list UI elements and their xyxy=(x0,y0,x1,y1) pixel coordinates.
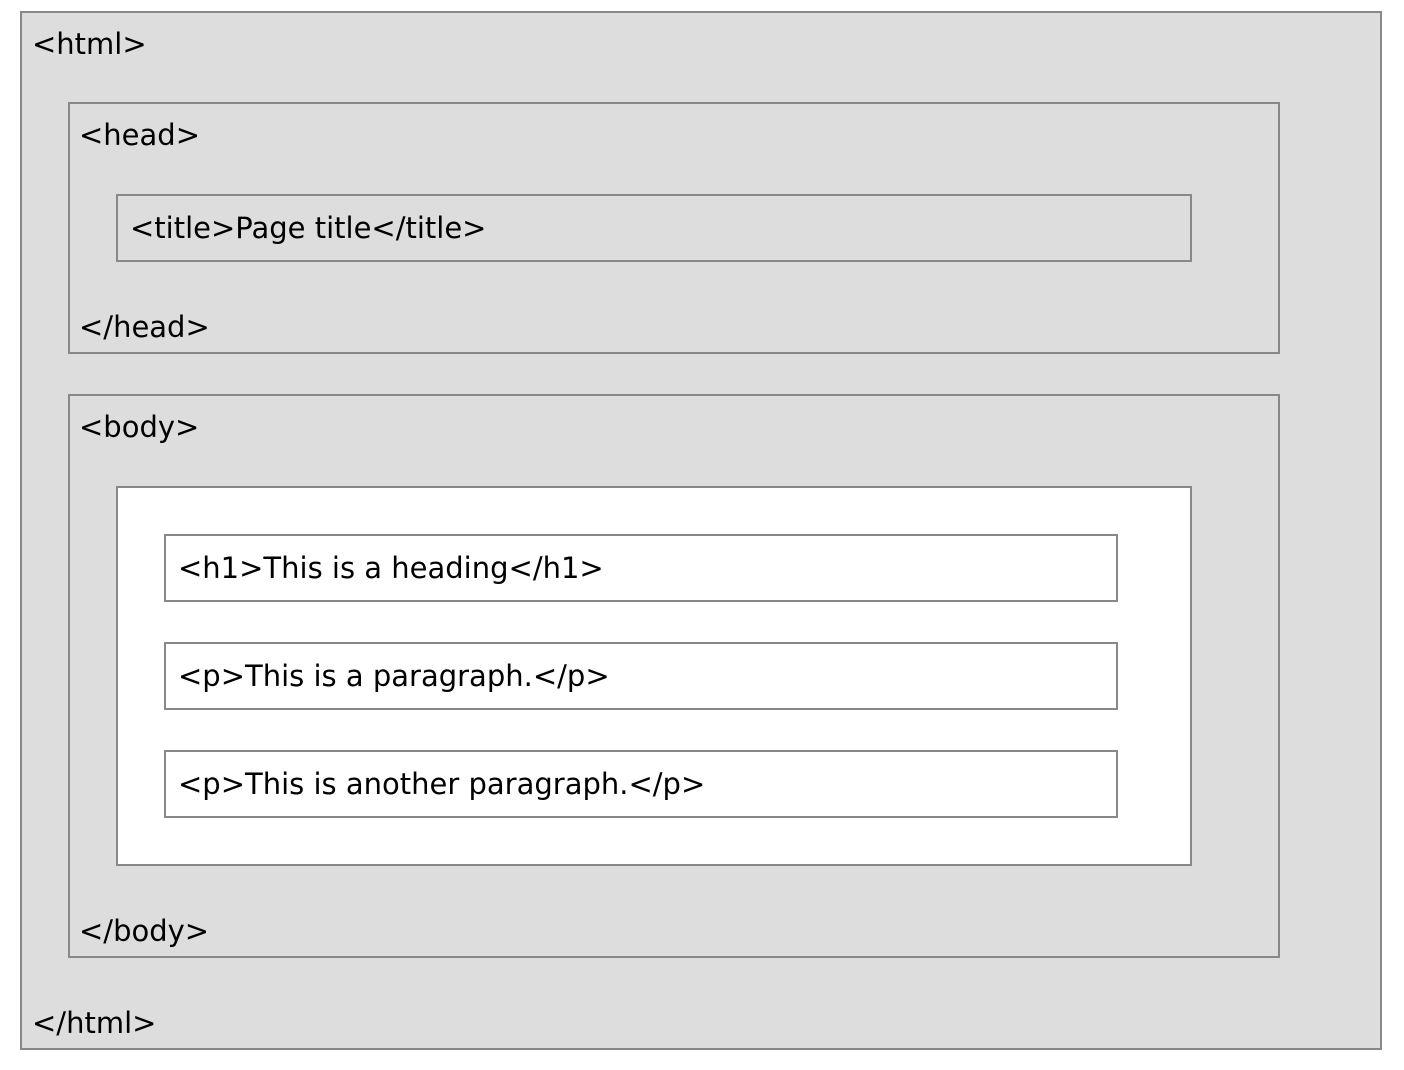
paragraph-element-text: <p>This is a paragraph.</p> xyxy=(178,659,610,693)
title-element-box: <title>Page title</title> xyxy=(116,194,1192,262)
h1-element-box: <h1>This is a heading</h1> xyxy=(164,534,1118,602)
title-element-text: <title>Page title</title> xyxy=(130,211,487,245)
head-open-tag: <head> xyxy=(79,118,200,152)
paragraph-element-text: <p>This is another paragraph.</p> xyxy=(178,767,706,801)
html-open-tag: <html> xyxy=(32,27,147,61)
paragraph-element-box: <p>This is a paragraph.</p> xyxy=(164,642,1118,710)
h1-element-text: <h1>This is a heading</h1> xyxy=(178,551,604,585)
body-close-tag: </body> xyxy=(79,914,210,948)
head-close-tag: </head> xyxy=(79,310,210,344)
html-close-tag: </html> xyxy=(32,1006,157,1040)
paragraph-element-box: <p>This is another paragraph.</p> xyxy=(164,750,1118,818)
body-open-tag: <body> xyxy=(79,410,200,444)
